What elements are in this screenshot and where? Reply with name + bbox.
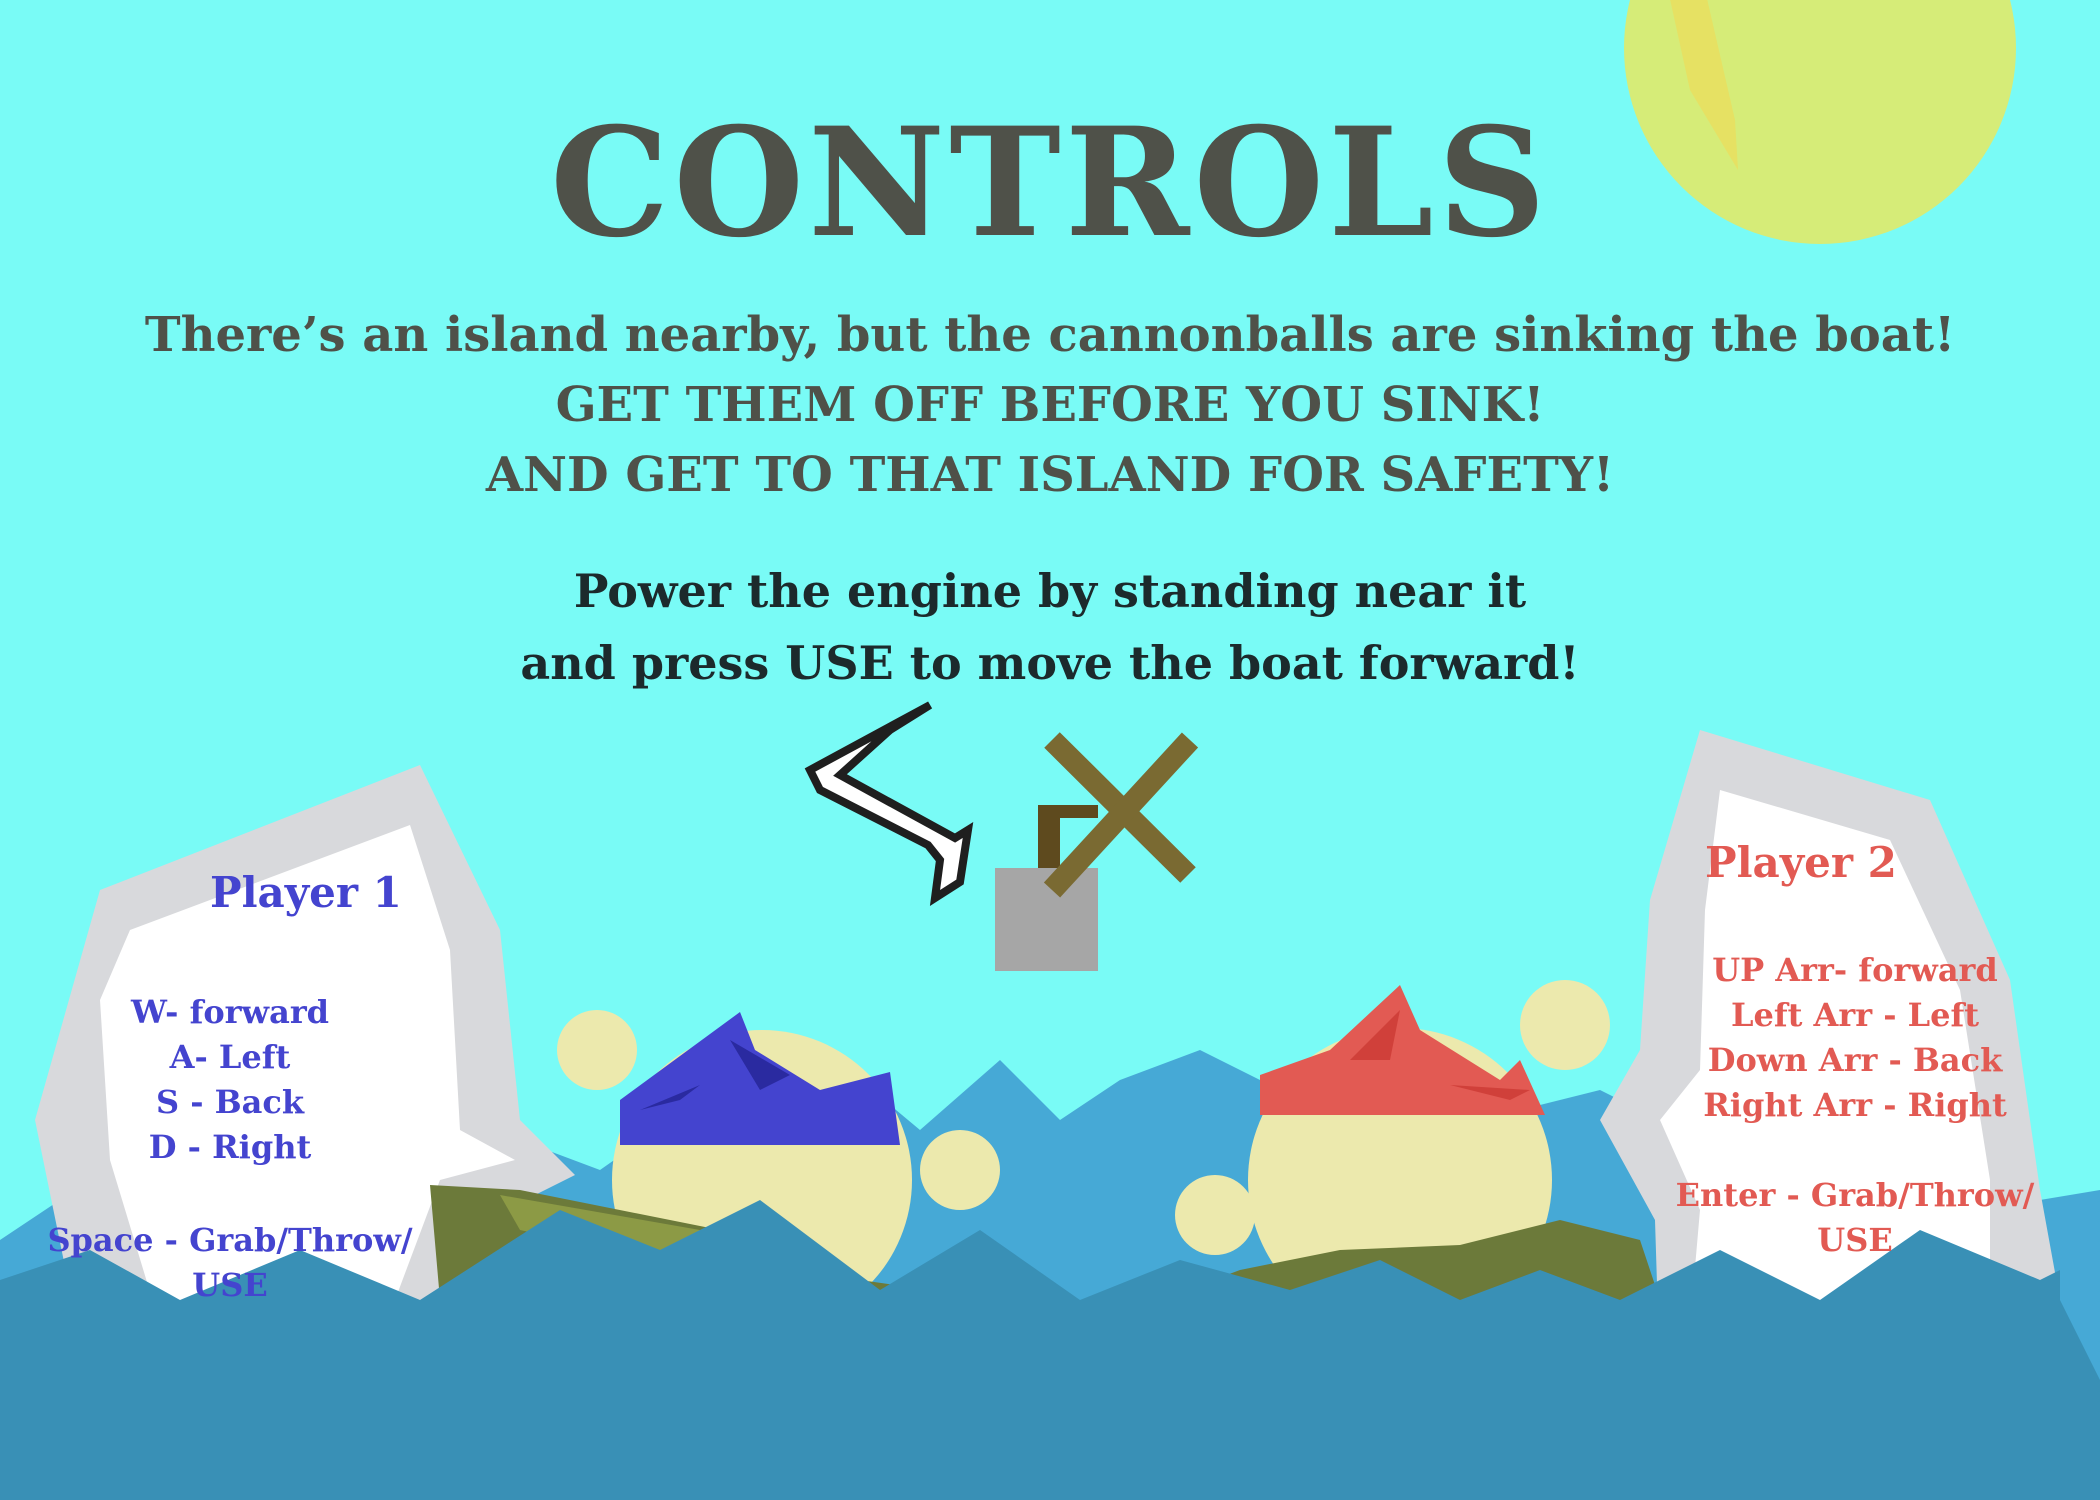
player2-control-list: UP Arr- forward Left Arr - Left Down Arr…	[1660, 948, 2080, 1128]
player1-action-line-1: Space - Grab/Throw/	[47, 1221, 413, 1259]
player1-action: Space - Grab/Throw/ USE	[40, 1218, 460, 1308]
player1-control-forward: W- forward	[130, 993, 330, 1031]
player1-control-right: D - Right	[148, 1128, 312, 1166]
player2-action: Enter - Grab/Throw/ USE	[1660, 1173, 2080, 1263]
engine-hint: Power the engine by standing near it and…	[0, 555, 2100, 699]
player2-controls: Player 2 UP Arr- forward Left Arr - Left…	[1660, 838, 2080, 1298]
intro-line-2: GET THEM OFF BEFORE YOU SINK!	[555, 377, 1545, 433]
player1-control-left: A- Left	[169, 1038, 291, 1076]
engine-hint-line-1: Power the engine by standing near it	[573, 564, 1527, 618]
intro-line-3: AND GET TO THAT ISLAND FOR SAFETY!	[485, 447, 1615, 503]
intro-text: There’s an island nearby, but the cannon…	[0, 300, 2100, 510]
engine-windmill-icon	[995, 732, 1199, 971]
player2-control-back: Down Arr - Back	[1707, 1041, 2003, 1079]
player1-action-line-2: USE	[192, 1266, 268, 1304]
player2-action-line-1: Enter - Grab/Throw/	[1675, 1176, 2035, 1214]
player1-control-list: W- forward A- Left S - Back D - Right	[40, 990, 460, 1170]
intro-line-1: There’s an island nearby, but the cannon…	[144, 307, 1956, 363]
pointer-arrow-icon	[804, 701, 974, 907]
engine-hint-line-2: and press USE to move the boat forward!	[520, 636, 1580, 690]
player2-control-left: Left Arr - Left	[1730, 996, 1980, 1034]
player2-control-forward: UP Arr- forward	[1712, 951, 1998, 989]
page-title: CONTROLS	[550, 95, 1550, 271]
player2-title: Player 2	[1705, 838, 1897, 887]
player2-control-right: Right Arr - Right	[1703, 1086, 2007, 1124]
player1-controls: Player 1 W- forward A- Left S - Back D -…	[40, 868, 460, 1328]
player1-title: Player 1	[210, 868, 402, 917]
player2-action-line-2: USE	[1817, 1221, 1893, 1259]
player1-control-back: S - Back	[155, 1083, 305, 1121]
